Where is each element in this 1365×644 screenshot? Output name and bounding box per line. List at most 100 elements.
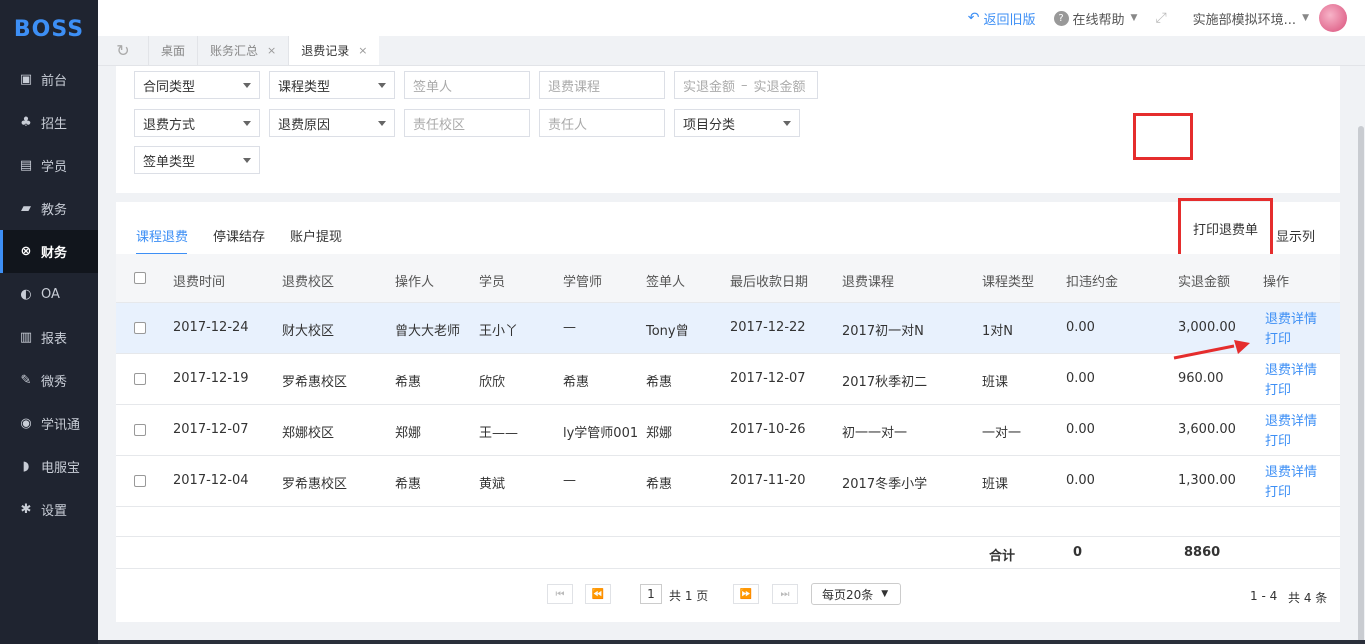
- refund-reason-select[interactable]: 退费原因: [269, 109, 395, 137]
- signer-input[interactable]: 签单人: [404, 71, 530, 99]
- cell-campus: 罗希惠校区: [282, 375, 348, 390]
- cell-date: 2017-12-24: [173, 320, 249, 335]
- fullscreen-button[interactable]: ⤢: [1155, 10, 1166, 26]
- show-columns-button[interactable]: 显示列: [1276, 226, 1315, 245]
- table-row[interactable]: 2017-12-04 罗希惠校区 希惠 黄斌 — 希惠 2017-11-20 2…: [116, 456, 1340, 507]
- amount-range-input[interactable]: 实退金额 – 实退金额: [674, 71, 818, 99]
- refresh-icon[interactable]: ↻: [98, 36, 148, 65]
- sidebar-item-xuexuntong[interactable]: ◉ 学讯通: [0, 402, 98, 445]
- page-number-input[interactable]: 1: [640, 584, 662, 604]
- row-checkbox[interactable]: [134, 322, 146, 334]
- tab-account-summary[interactable]: 账务汇总 ×: [197, 36, 288, 65]
- item-category-select[interactable]: 项目分类: [674, 109, 800, 137]
- table-row[interactable]: 2017-12-24 财大校区 曾大大老师 王小丫 — Tony曾 2017-1…: [116, 303, 1340, 354]
- total-penalty: 0: [1073, 545, 1083, 560]
- cell-manager: —: [563, 320, 576, 335]
- sidebar-item-oa[interactable]: ◐ OA: [0, 273, 98, 316]
- sidebar-item-label: 教务: [41, 203, 68, 218]
- sidebar-item-frontdesk[interactable]: ▣ 前台: [0, 58, 98, 101]
- sidebar-item-label: 学讯通: [41, 418, 81, 433]
- cell-date: 2017-12-07: [173, 422, 249, 437]
- print-link[interactable]: 打印: [1265, 481, 1291, 500]
- close-icon[interactable]: ×: [358, 44, 367, 57]
- row-checkbox[interactable]: [134, 373, 146, 385]
- cell-date: 2017-12-04: [173, 473, 249, 488]
- tab-account-withdrawal[interactable]: 账户提现: [290, 226, 342, 245]
- cell-campus: 财大校区: [282, 324, 335, 339]
- back-to-old-version-link[interactable]: ↶ 返回旧版: [968, 9, 1036, 28]
- tab-refund-records[interactable]: 退费记录 ×: [288, 36, 380, 65]
- sidebar-item-label: 电服宝: [41, 461, 81, 476]
- table-row[interactable]: 2017-12-19 罗希惠校区 希惠 欣欣 希惠 希惠 2017-12-07 …: [116, 354, 1340, 405]
- sidebar-item-enroll[interactable]: ♣ 招生: [0, 101, 98, 144]
- print-link[interactable]: 打印: [1265, 379, 1291, 398]
- chevron-down-icon: ▼: [1130, 13, 1138, 23]
- cell-amount: 960.00: [1178, 371, 1224, 386]
- env-label: 实施部模拟环境...: [1192, 12, 1297, 28]
- table-row[interactable]: 2017-12-07 郑娜校区 郑娜 王—— ly学管师001 郑娜 2017-…: [116, 405, 1340, 456]
- refund-detail-link[interactable]: 退费详情: [1265, 461, 1317, 480]
- cell-amount: 3,000.00: [1178, 320, 1236, 335]
- refund-detail-link[interactable]: 退费详情: [1265, 410, 1317, 429]
- row-checkbox[interactable]: [134, 424, 146, 436]
- next-page-button[interactable]: ⏩: [733, 584, 759, 604]
- cell-operator: 希惠: [395, 375, 422, 390]
- last-page-button[interactable]: ⏭: [772, 584, 798, 604]
- select-all-checkbox[interactable]: [134, 272, 146, 284]
- refund-table-panel: 课程退费 停课结存 账户提现 打印退费单 显示列 退费时间 退费校区 操作人 学…: [116, 198, 1340, 622]
- close-icon[interactable]: ×: [267, 44, 276, 57]
- refund-course-input[interactable]: 退费课程: [539, 71, 665, 99]
- sign-type-select[interactable]: 签单类型: [134, 146, 260, 174]
- scrollbar-thumb[interactable]: [1358, 126, 1364, 644]
- refund-method-select[interactable]: 退费方式: [134, 109, 260, 137]
- row-checkbox[interactable]: [134, 475, 146, 487]
- avatar[interactable]: [1319, 4, 1347, 32]
- prev-page-button[interactable]: ⏪: [585, 584, 611, 604]
- logo: BOSS: [13, 16, 85, 42]
- sidebar-item-weixiu[interactable]: ✎ 微秀: [0, 359, 98, 402]
- sidebar-item-dianfubao[interactable]: ◗ 电服宝: [0, 445, 98, 488]
- sidebar-item-reports[interactable]: ▥ 报表: [0, 316, 98, 359]
- per-page-select[interactable]: 每页20条 ▼: [811, 583, 901, 605]
- chevron-down-icon: [243, 121, 251, 126]
- select-value: 退费方式: [143, 117, 196, 133]
- print-refund-slip-button[interactable]: 打印退费单: [1178, 198, 1273, 258]
- amount-from-placeholder: 实退金额: [683, 79, 736, 95]
- resp-person-input[interactable]: 责任人: [539, 109, 665, 137]
- col-header: 退费课程: [842, 275, 895, 290]
- cell-student: 欣欣: [479, 375, 506, 390]
- undo-icon: ↶: [967, 10, 980, 26]
- online-help-menu[interactable]: ? 在线帮助 ▼: [1053, 9, 1138, 28]
- cell-course-type: 班课: [982, 477, 1009, 492]
- sidebar-item-label: 前台: [41, 74, 68, 89]
- print-link[interactable]: 打印: [1265, 430, 1291, 449]
- cell-last-pay: 2017-12-07: [730, 371, 806, 386]
- sidebar-item-settings[interactable]: ✱ 设置: [0, 488, 98, 531]
- refund-detail-link[interactable]: 退费详情: [1265, 308, 1317, 327]
- cell-signer: 希惠: [646, 477, 673, 492]
- col-header: 退费时间: [173, 275, 226, 290]
- show-icon: ✎: [20, 373, 32, 388]
- env-menu[interactable]: 实施部模拟环境... ▼: [1193, 4, 1347, 32]
- tab-desktop[interactable]: 桌面: [148, 36, 197, 65]
- bottom-strip: [98, 640, 1365, 644]
- print-link[interactable]: 打印: [1265, 328, 1291, 347]
- sidebar-item-finance[interactable]: ⊗ 财务: [0, 230, 98, 273]
- refund-detail-link[interactable]: 退费详情: [1265, 359, 1317, 378]
- sidebar-item-label: 设置: [41, 504, 68, 519]
- tab-suspension-balance[interactable]: 停课结存: [213, 226, 265, 245]
- first-page-button[interactable]: ⏮: [547, 584, 573, 604]
- cell-amount: 3,600.00: [1178, 422, 1236, 437]
- col-header: 扣违约金: [1066, 275, 1119, 290]
- help-icon: ?: [1053, 10, 1069, 26]
- tab-course-refund[interactable]: 课程退费: [136, 226, 188, 245]
- sidebar-item-academic[interactable]: ▰ 教务: [0, 187, 98, 230]
- course-type-select[interactable]: 课程类型: [269, 71, 395, 99]
- total-count-text: 共 4 条: [1288, 591, 1328, 605]
- contract-type-select[interactable]: 合同类型: [134, 71, 260, 99]
- cell-course: 2017初一对N: [842, 324, 924, 339]
- col-header: 操作: [1263, 275, 1290, 290]
- top-header: ↶ 返回旧版 ? 在线帮助 ▼ ⤢ 实施部模拟环境... ▼: [98, 0, 1365, 36]
- sidebar-item-students[interactable]: ▤ 学员: [0, 144, 98, 187]
- resp-campus-input[interactable]: 责任校区: [404, 109, 530, 137]
